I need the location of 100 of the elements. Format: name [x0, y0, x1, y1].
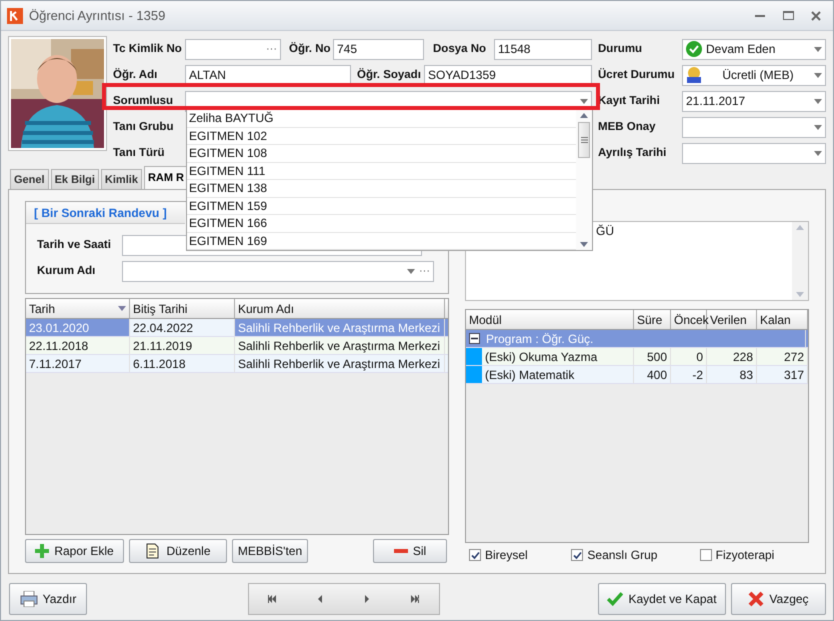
text-field[interactable]: 745: [333, 38, 424, 60]
field-label: Sorumlusu: [113, 95, 174, 107]
close-icon: [748, 591, 764, 607]
text-field[interactable]: 11548: [494, 38, 592, 60]
field-label: Dosya No: [433, 43, 488, 55]
tab[interactable]: Genel: [10, 169, 49, 189]
text-field[interactable]: ALTAN: [185, 64, 351, 86]
column-header[interactable]: Kalan: [757, 310, 808, 329]
toolbar-button[interactable]: Rapor Ekle: [25, 539, 124, 563]
collapse-icon[interactable]: [469, 333, 480, 344]
dropdown-field[interactable]: Devam Eden: [682, 38, 826, 60]
notes-text: ĞÜ: [596, 224, 614, 238]
maximize-icon: [782, 11, 794, 20]
dropdown-arrow-icon[interactable]: [814, 72, 822, 78]
scroll-down-icon[interactable]: [580, 242, 588, 247]
dropdown-field[interactable]: 21.11.2017: [682, 90, 826, 112]
table-row[interactable]: 23.01.2020 22.04.2022 Salihli Rehberlik ve Araştırma Merkezi: [26, 319, 448, 337]
field-label: Öğr. Soyadı: [357, 69, 422, 81]
text-field[interactable]: ···: [185, 38, 281, 60]
dropdown-item[interactable]: EGITMEN 102: [187, 128, 576, 145]
field-label: Öğr. No: [289, 43, 332, 55]
dropdown-arrow-icon[interactable]: [814, 46, 822, 52]
column-header[interactable]: Tarih: [26, 299, 130, 318]
toolbar-button[interactable]: MEBBİS'ten: [232, 539, 308, 563]
dropdown-arrow-icon[interactable]: [814, 98, 822, 104]
save-button[interactable]: Kaydet ve Kapat: [598, 583, 726, 615]
table-cell: 0: [671, 348, 707, 365]
dropdown-field[interactable]: ···: [122, 260, 434, 282]
dropdown-arrow-icon[interactable]: [814, 150, 822, 156]
tab[interactable]: RAM R: [144, 166, 188, 189]
column-header[interactable]: Kurum Adı: [235, 299, 445, 318]
checkbox[interactable]: [700, 549, 712, 561]
table-cell: Salihli Rehberlik ve Araştırma Merkezi: [235, 337, 445, 354]
checkbox[interactable]: [571, 549, 584, 561]
table-row[interactable]: 22.11.2018 21.11.2019 Salihli Rehberlik ve Araştırma Merkezi: [26, 337, 448, 355]
dropdown-item[interactable]: EGITMEN 169: [187, 232, 576, 250]
tab[interactable]: Kimlik: [100, 169, 142, 189]
table-cell: Salihli Rehberlik ve Araştırma Merkezi: [235, 319, 445, 336]
dropdown-item[interactable]: EGITMEN 108: [187, 145, 576, 162]
first-icon: [268, 595, 278, 603]
check-icon: [607, 591, 624, 607]
tab[interactable]: Ek Bilgi: [50, 169, 99, 189]
dropdown-arrow-icon[interactable]: [580, 98, 588, 104]
table-cell: 7.11.2017: [26, 355, 130, 372]
column-header[interactable]: Modül: [466, 310, 634, 329]
toolbar-button[interactable]: Sil: [373, 539, 447, 563]
scroll-thumb[interactable]: [578, 122, 590, 158]
field-label: Öğr. Adı: [113, 69, 158, 81]
last-icon: [410, 595, 420, 603]
dropdown-item[interactable]: EGITMEN 166: [187, 215, 576, 232]
table-cell: 500: [634, 348, 671, 365]
dropdown-item[interactable]: EGITMEN 138: [187, 180, 576, 198]
ellipsis-button[interactable]: ···: [419, 265, 430, 277]
table-row[interactable]: 7.11.2017 6.11.2018 Salihli Rehberlik ve Araştırma Merkezi: [26, 355, 448, 373]
row-indicator: [466, 348, 482, 365]
table-cell: 317: [757, 366, 808, 383]
dropdown-item[interactable]: Zeliha BAYTUĞ: [187, 110, 576, 128]
document-edit-icon: [145, 543, 162, 559]
dropdown-arrow-icon[interactable]: [814, 124, 822, 130]
dropdown-field[interactable]: [682, 116, 826, 138]
ellipsis-button[interactable]: ···: [266, 43, 277, 55]
dropdown-item[interactable]: EGITMEN 111: [187, 162, 576, 180]
column-header[interactable]: Öncek: [671, 310, 707, 329]
table-cell: 272: [757, 348, 808, 365]
plus-icon: [35, 544, 50, 558]
table-cell: 83: [707, 366, 757, 383]
dropdown-arrow-icon[interactable]: [407, 268, 415, 274]
table-row[interactable]: (Eski) Matematik 400 -2 83 317: [466, 366, 808, 384]
column-header[interactable]: Bitiş Tarihi: [130, 299, 235, 318]
field-label: Tc Kimlik No: [113, 43, 183, 55]
column-header[interactable]: Verilen: [707, 310, 757, 329]
field-label: Tanı Grubu: [113, 121, 174, 133]
table-cell: 21.11.2019: [130, 337, 235, 354]
toolbar-button[interactable]: Düzenle: [129, 539, 227, 563]
dropdown-field[interactable]: Ücretli (MEB): [682, 64, 826, 86]
field-label: Kurum Adı: [37, 265, 96, 277]
minus-icon: [394, 549, 408, 553]
column-header[interactable]: Süre: [634, 310, 671, 329]
group-title: [ Bir Sonraki Randevu ]: [26, 202, 185, 224]
table-cell: -2: [671, 366, 707, 383]
field-label: Ücret Durumu: [598, 69, 676, 81]
checkbox-option[interactable]: Seanslı Grup: [571, 548, 700, 562]
cancel-button[interactable]: Vazgeç: [731, 583, 826, 615]
field-label: Durumu: [598, 43, 644, 55]
field-label: Ayrılış Tarihi: [598, 147, 668, 159]
checkbox[interactable]: [469, 549, 481, 561]
dropdown-field[interactable]: [682, 142, 826, 164]
window-title: Öğrenci Ayrıntısı - 1359: [29, 8, 166, 23]
coin-icon: [686, 67, 702, 83]
table-cell: (Eski) Matematik: [482, 366, 634, 383]
dropdown-item[interactable]: EGITMEN 159: [187, 198, 576, 215]
checkbox-option[interactable]: Fizyoterapi: [700, 548, 809, 562]
table-row[interactable]: (Eski) Okuma Yazma 500 0 228 272: [466, 348, 808, 366]
previous-icon: [316, 595, 325, 603]
text-field[interactable]: SOYAD1359: [424, 64, 592, 86]
checkbox-option[interactable]: Bireysel: [469, 548, 572, 562]
row-indicator: [466, 366, 482, 383]
print-button[interactable]: Yazdır: [9, 583, 87, 615]
minimize-icon: [755, 14, 765, 16]
sort-arrow-icon[interactable]: [118, 306, 126, 311]
